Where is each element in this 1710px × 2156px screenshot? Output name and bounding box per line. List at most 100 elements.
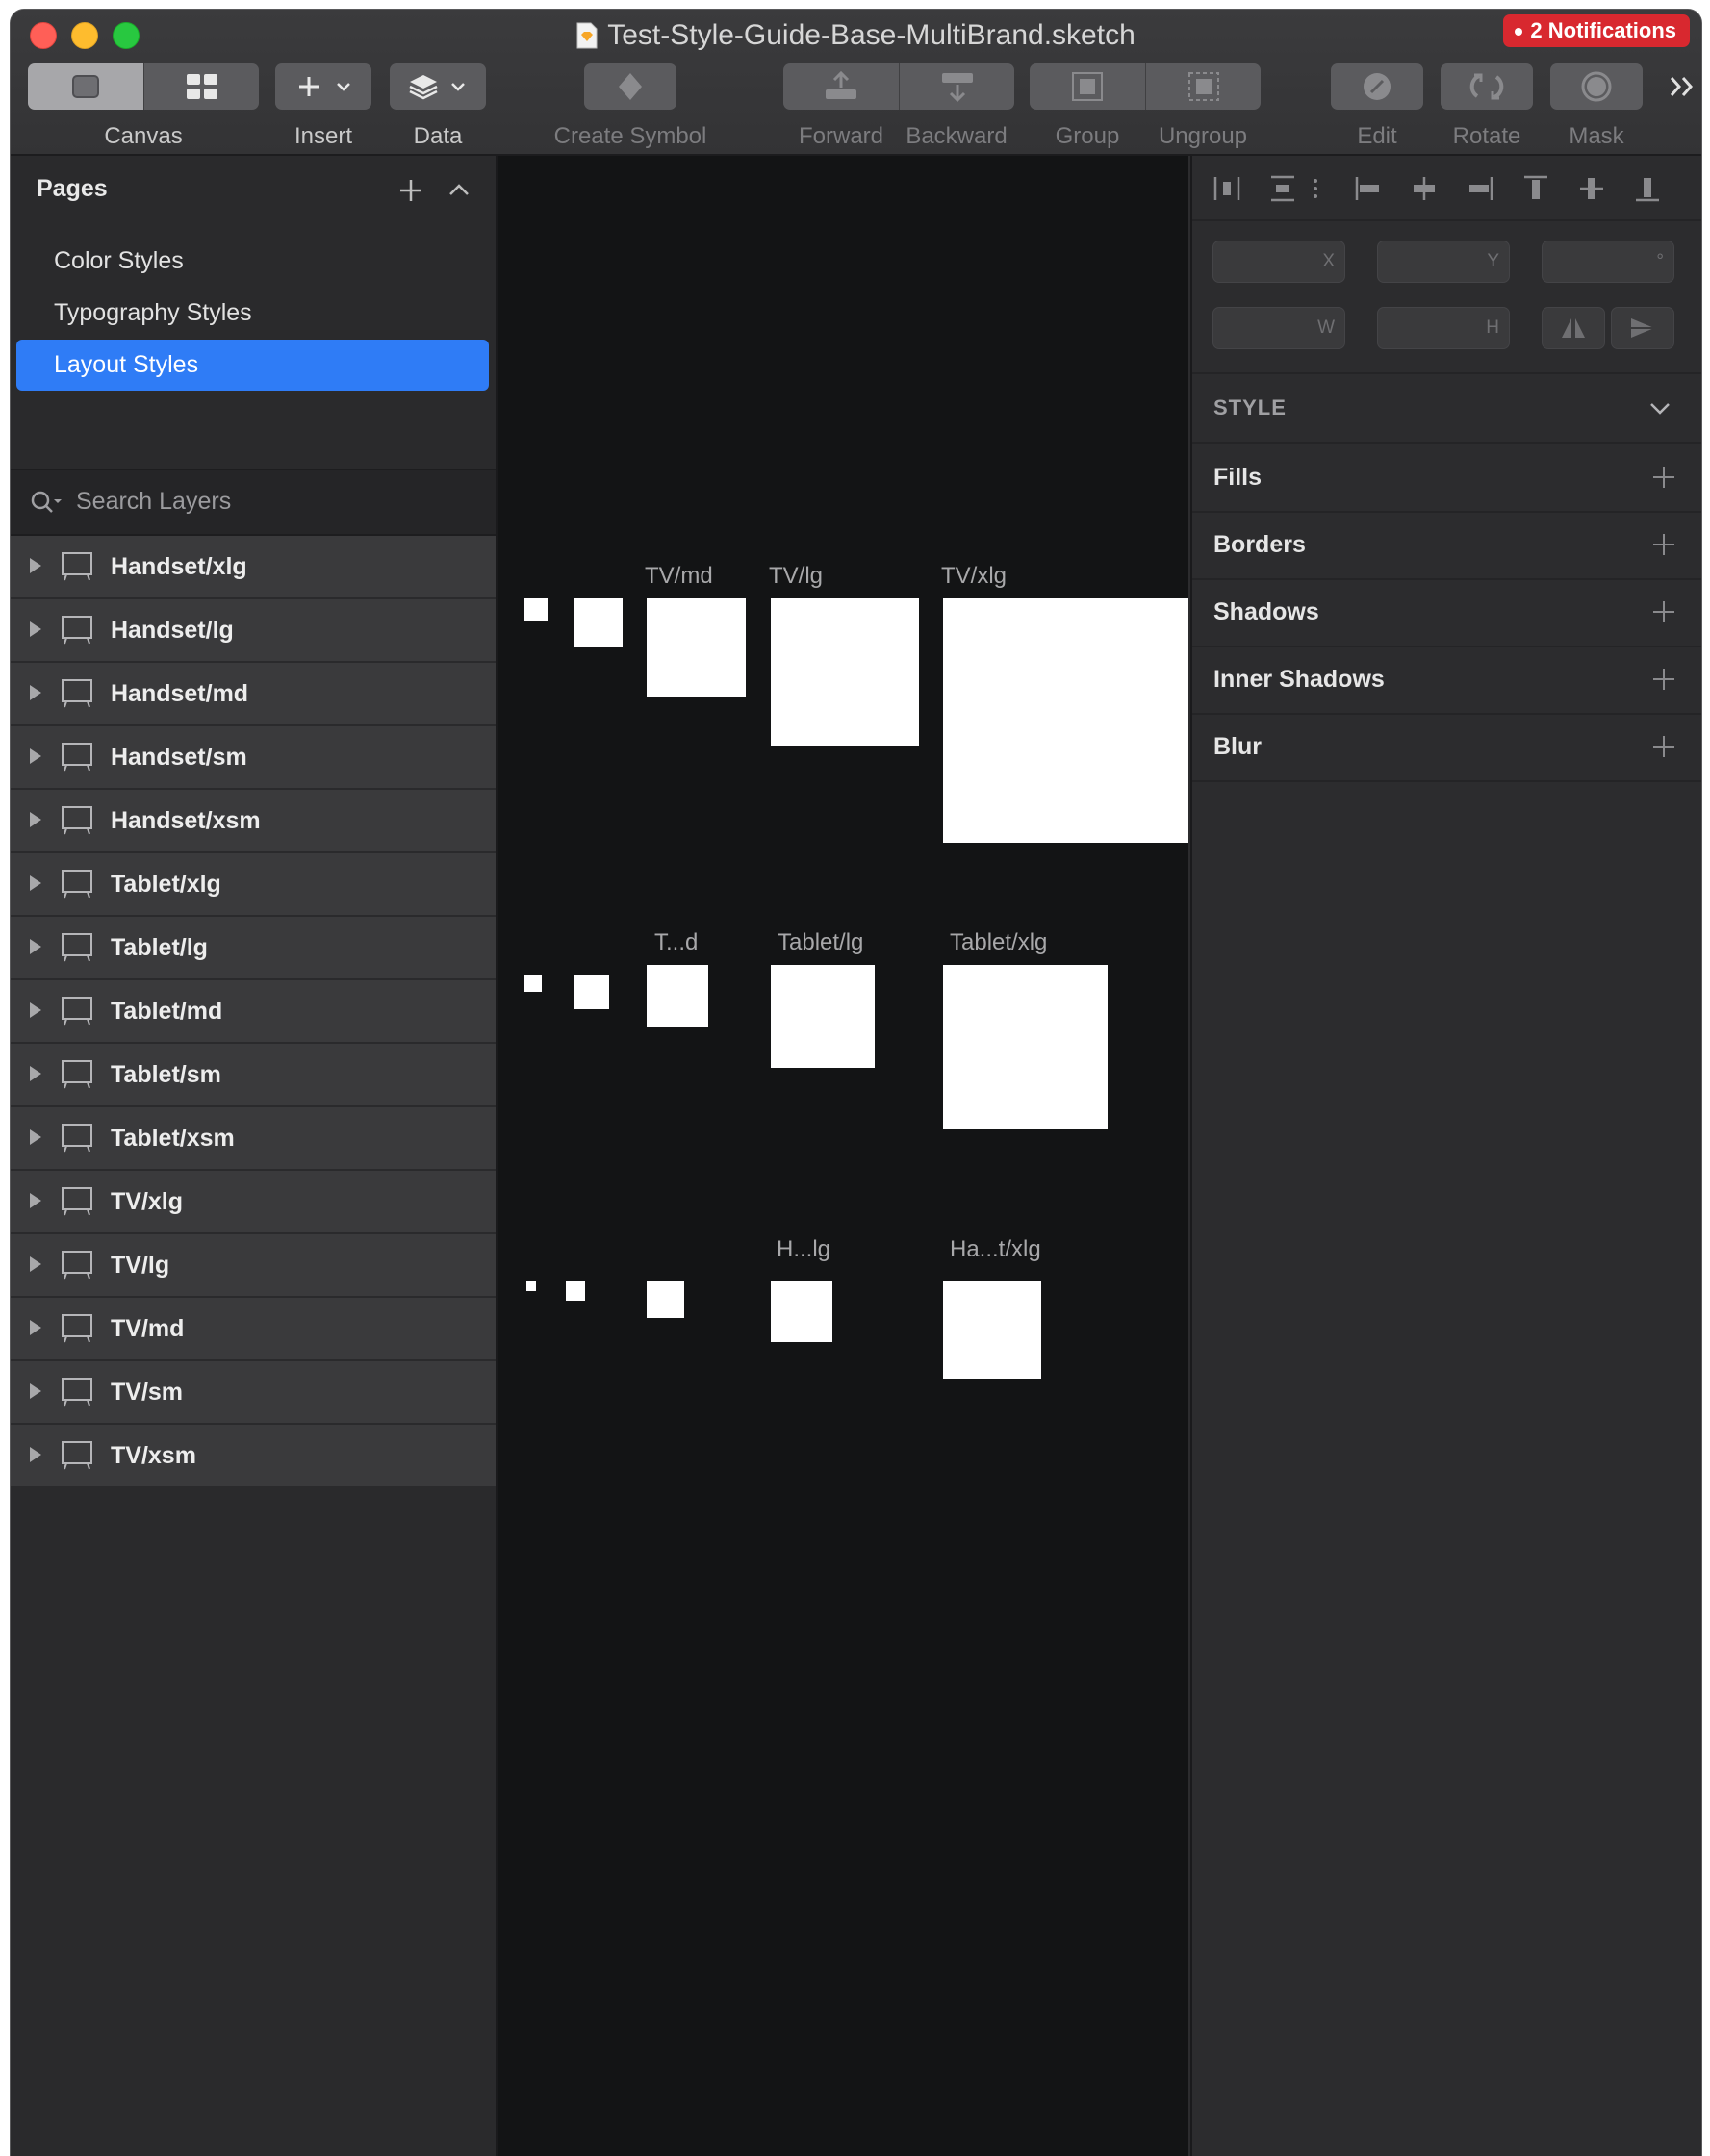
align-left-icon[interactable] — [1353, 173, 1384, 204]
layer-row-tablet-md[interactable]: Tablet/md — [11, 980, 496, 1044]
flip-horizontal-icon — [1562, 318, 1585, 338]
layer-row-handset-md[interactable]: Handset/md — [11, 663, 496, 726]
add-border-icon[interactable] — [1651, 532, 1676, 557]
add-shadow-icon[interactable] — [1651, 599, 1676, 624]
artboard-tablet-sm[interactable] — [574, 975, 609, 1009]
disclosure-triangle-icon[interactable] — [29, 1002, 42, 1019]
layer-row-tv-md[interactable]: TV/md — [11, 1298, 496, 1361]
add-inner-shadow-icon[interactable] — [1651, 667, 1676, 692]
group-button[interactable] — [1030, 63, 1145, 110]
align-vertical-center-icon[interactable] — [1576, 173, 1607, 204]
artboard-tv-xsm[interactable] — [524, 598, 548, 621]
artboard-tablet-lg[interactable] — [771, 965, 875, 1068]
disclosure-triangle-icon[interactable] — [29, 1065, 42, 1082]
align-top-icon[interactable] — [1520, 173, 1551, 204]
more-options-icon[interactable] — [1306, 173, 1325, 204]
layer-row-tablet-xlg[interactable]: Tablet/xlg — [11, 853, 496, 917]
ungroup-button[interactable] — [1145, 63, 1261, 110]
disclosure-triangle-icon[interactable] — [29, 875, 42, 892]
artboard-tablet-md[interactable] — [647, 965, 708, 1027]
artboard-tv-xlg[interactable] — [943, 598, 1188, 843]
layer-row-tablet-lg[interactable]: Tablet/lg — [11, 917, 496, 980]
diamond-icon — [619, 73, 642, 100]
add-page-icon[interactable] — [397, 177, 424, 204]
page-item-label: Typography Styles — [54, 299, 252, 326]
artboard-tablet-xsm[interactable] — [524, 975, 542, 992]
add-blur-icon[interactable] — [1651, 734, 1676, 759]
artboard-tv-md[interactable] — [647, 598, 746, 697]
disclosure-triangle-icon[interactable] — [29, 938, 42, 955]
layer-row-handset-xsm[interactable]: Handset/xsm — [11, 790, 496, 853]
disclosure-triangle-icon[interactable] — [29, 1256, 42, 1273]
distribute-horizontal-icon[interactable] — [1212, 173, 1242, 204]
layer-row-handset-xlg[interactable]: Handset/xlg — [11, 536, 496, 599]
mask-button[interactable] — [1550, 63, 1643, 110]
toolbar-overflow-icon[interactable] — [1669, 75, 1696, 98]
collapse-pages-chevron-up-icon[interactable] — [446, 177, 472, 204]
backward-button[interactable] — [899, 63, 1014, 110]
insert-button[interactable] — [275, 63, 371, 110]
x-position-field[interactable]: X — [1212, 241, 1345, 283]
layer-row-tv-sm[interactable]: TV/sm — [11, 1361, 496, 1425]
artboard-tablet-xlg[interactable] — [943, 965, 1108, 1129]
align-right-icon[interactable] — [1465, 173, 1495, 204]
artboard-tv-sm[interactable] — [574, 598, 623, 647]
y-position-field[interactable]: Y — [1377, 241, 1510, 283]
data-button[interactable] — [390, 63, 486, 110]
layer-label: Handset/xsm — [111, 807, 261, 834]
add-fill-icon[interactable] — [1651, 465, 1676, 490]
layer-row-tv-lg[interactable]: TV/lg — [11, 1234, 496, 1298]
disclosure-triangle-icon[interactable] — [29, 557, 42, 574]
artboard-icon — [62, 806, 92, 835]
artboard-label: Tablet/lg — [778, 929, 864, 955]
rotate-button[interactable] — [1441, 63, 1533, 110]
distribute-vertical-icon[interactable] — [1267, 173, 1298, 204]
disclosure-triangle-icon[interactable] — [29, 1319, 42, 1336]
disclosure-triangle-icon[interactable] — [29, 1192, 42, 1209]
flip-horizontal-button[interactable] — [1542, 307, 1605, 349]
rotation-field[interactable]: ° — [1542, 241, 1674, 283]
width-field[interactable]: W — [1212, 307, 1345, 349]
layer-row-handset-sm[interactable]: Handset/sm — [11, 726, 496, 790]
layer-row-tablet-xsm[interactable]: Tablet/xsm — [11, 1107, 496, 1171]
disclosure-triangle-icon[interactable] — [29, 1446, 42, 1463]
disclosure-triangle-icon[interactable] — [29, 1382, 42, 1400]
disclosure-triangle-icon[interactable] — [29, 1129, 42, 1146]
disclosure-triangle-icon[interactable] — [29, 811, 42, 828]
height-field[interactable]: H — [1377, 307, 1510, 349]
search-layers-input[interactable] — [76, 480, 480, 522]
page-item-typography-styles[interactable]: Typography Styles — [16, 288, 489, 339]
layer-label: TV/lg — [111, 1252, 170, 1279]
style-section-header[interactable]: STYLE — [1192, 374, 1701, 444]
layer-label: Tablet/lg — [111, 934, 208, 961]
page-item-color-styles[interactable]: Color Styles — [16, 236, 489, 287]
send-backward-icon — [941, 73, 973, 103]
notifications-badge[interactable]: 2 Notifications — [1503, 14, 1690, 47]
disclosure-triangle-icon[interactable] — [29, 621, 42, 638]
layer-row-tablet-sm[interactable]: Tablet/sm — [11, 1044, 496, 1107]
flip-vertical-button[interactable] — [1611, 307, 1674, 349]
layer-row-tv-xsm[interactable]: TV/xsm — [11, 1425, 496, 1488]
disclosure-triangle-icon[interactable] — [29, 684, 42, 701]
artboard-handset-xlg[interactable] — [943, 1281, 1041, 1379]
artboard-handset-sm[interactable] — [566, 1281, 585, 1301]
artboard-handset-md[interactable] — [647, 1281, 684, 1318]
canvas-view-button[interactable] — [28, 63, 143, 110]
layer-row-tv-xlg[interactable]: TV/xlg — [11, 1171, 496, 1234]
align-bottom-icon[interactable] — [1632, 173, 1663, 204]
artboard-icon — [62, 1187, 92, 1216]
disclosure-triangle-icon[interactable] — [29, 748, 42, 765]
search-icon[interactable] — [30, 490, 63, 515]
create-symbol-button[interactable] — [584, 63, 676, 110]
artboard-tv-lg[interactable] — [771, 598, 919, 746]
page-item-layout-styles[interactable]: Layout Styles — [16, 340, 489, 391]
layer-row-handset-lg[interactable]: Handset/lg — [11, 599, 496, 663]
artboard-handset-lg[interactable] — [771, 1281, 832, 1342]
align-horizontal-center-icon[interactable] — [1409, 173, 1440, 204]
grid-view-button[interactable] — [143, 63, 259, 110]
canvas[interactable]: TV/md TV/lg TV/xlg T...d Tablet/lg Table… — [498, 156, 1188, 2156]
artboard-handset-xsm[interactable] — [526, 1281, 536, 1291]
forward-button[interactable] — [783, 63, 899, 110]
chevron-down-icon[interactable] — [1647, 395, 1672, 420]
edit-button[interactable] — [1331, 63, 1423, 110]
